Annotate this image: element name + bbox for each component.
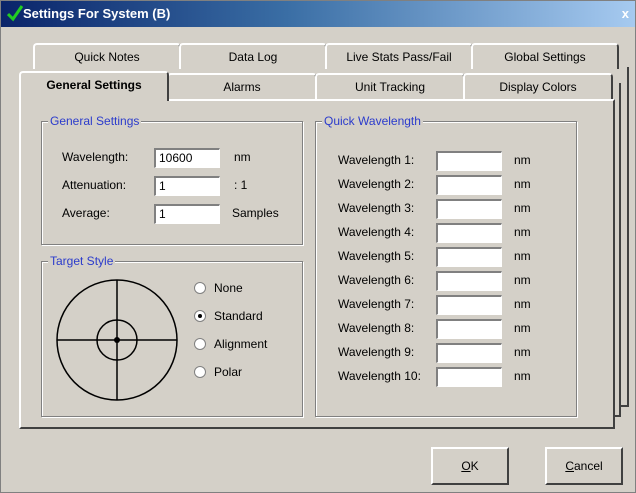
cancel-button[interactable]: Cancel (545, 447, 623, 485)
attenuation-input[interactable]: 1 (154, 176, 220, 196)
option-label: Standard (214, 309, 263, 323)
quick-wavelength-label: Wavelength 9: (338, 345, 415, 359)
wavelength-input[interactable]: 10600 (154, 148, 220, 168)
wavelength-label: Wavelength: (62, 150, 129, 164)
quick-wavelength-row: Wavelength 6: nm (316, 270, 576, 292)
tab-label: Data Log (228, 50, 278, 64)
quick-wavelength-row: Wavelength 8: nm (316, 318, 576, 340)
target-style-option-polar[interactable]: Polar (194, 364, 284, 380)
quick-wavelength-label: Wavelength 4: (338, 225, 415, 239)
quick-wavelength-row: Wavelength 2: nm (316, 174, 576, 196)
quick-wavelength-label: Wavelength 3: (338, 201, 415, 215)
window-title: Settings For System (B) (23, 6, 171, 21)
target-style-group: Target Style None Standard Alignment Pol… (41, 254, 303, 417)
cancel-label-rest: ancel (573, 459, 603, 473)
ok-mnemonic: O (461, 459, 471, 473)
quick-wavelength-unit: nm (514, 225, 531, 239)
tab-label: General Settings (46, 78, 142, 92)
title-bar[interactable]: Settings For System (B) x (1, 1, 635, 27)
option-label: Polar (214, 365, 243, 379)
quick-wavelength-label: Wavelength 6: (338, 273, 415, 287)
radio-button[interactable] (194, 366, 206, 378)
quick-wavelength-row: Wavelength 3: nm (316, 198, 576, 220)
average-input[interactable]: 1 (154, 204, 220, 224)
tab-general-settings[interactable]: General Settings (19, 71, 169, 101)
radio-button[interactable] (194, 282, 206, 294)
ok-button[interactable]: OK (431, 447, 509, 485)
tab-quick-notes[interactable]: Quick Notes (33, 43, 181, 69)
quick-wavelength-input[interactable] (436, 175, 502, 195)
tab-display-colors[interactable]: Display Colors (463, 73, 613, 99)
quick-wavelength-unit: nm (514, 249, 531, 263)
tab-data-log[interactable]: Data Log (179, 43, 327, 69)
option-label: Alignment (214, 337, 268, 351)
tab-label: Display Colors (499, 80, 577, 94)
quick-wavelength-input[interactable] (436, 223, 502, 243)
quick-wavelength-label: Wavelength 5: (338, 249, 415, 263)
group-title: Quick Wavelength (322, 114, 423, 128)
crosshair-target-icon (56, 279, 178, 401)
quick-wavelength-label: Wavelength 7: (338, 297, 415, 311)
quick-wavelength-row: Wavelength 4: nm (316, 222, 576, 244)
tab-label: Alarms (223, 80, 261, 94)
quick-wavelength-unit: nm (514, 297, 531, 311)
quick-wavelength-label: Wavelength 1: (338, 153, 415, 167)
general-settings-group: General Settings Wavelength: 10600 nm At… (41, 114, 303, 245)
quick-wavelength-unit: nm (514, 321, 531, 335)
average-label: Average: (62, 206, 110, 220)
tab-global-settings[interactable]: Global Settings (471, 43, 619, 69)
quick-wavelength-unit: nm (514, 369, 531, 383)
quick-wavelength-input[interactable] (436, 319, 502, 339)
settings-dialog: Settings For System (B) x Quick Notes Da… (0, 0, 636, 493)
quick-wavelength-input[interactable] (436, 247, 502, 267)
ok-label-rest: K (470, 459, 479, 473)
tab-label: Quick Notes (74, 50, 140, 64)
radio-button[interactable] (194, 310, 206, 322)
average-unit: Samples (232, 206, 279, 220)
quick-wavelength-input[interactable] (436, 199, 502, 219)
cancel-mnemonic: C (565, 459, 574, 473)
tab-label: Unit Tracking (354, 80, 426, 94)
close-icon[interactable]: x (622, 6, 629, 21)
quick-wavelength-label: Wavelength 8: (338, 321, 415, 335)
quick-wavelength-input[interactable] (436, 343, 502, 363)
tab-alarms[interactable]: Alarms (167, 73, 317, 99)
quick-wavelength-unit: nm (514, 273, 531, 287)
attenuation-unit: : 1 (234, 178, 248, 192)
quick-wavelength-group: Quick Wavelength Wavelength 1: nm Waveleng… (315, 114, 577, 417)
quick-wavelength-label: Wavelength 2: (338, 177, 415, 191)
quick-wavelength-row: Wavelength 5: nm (316, 246, 576, 268)
check-icon (7, 5, 23, 22)
wavelength-unit: nm (234, 150, 251, 164)
tab-label: Global Settings (504, 50, 586, 64)
quick-wavelength-unit: nm (514, 153, 531, 167)
option-label: None (214, 281, 243, 295)
quick-wavelength-row: Wavelength 1: nm (316, 150, 576, 172)
attenuation-label: Attenuation: (62, 178, 127, 192)
quick-wavelength-input[interactable] (436, 295, 502, 315)
quick-wavelength-unit: nm (514, 177, 531, 191)
tab-label: Live Stats Pass/Fail (346, 50, 452, 64)
quick-wavelength-input[interactable] (436, 367, 502, 387)
quick-wavelength-label: Wavelength 10: (338, 369, 421, 383)
quick-wavelength-row: Wavelength 7: nm (316, 294, 576, 316)
tab-unit-tracking[interactable]: Unit Tracking (315, 73, 465, 99)
tab-live-stats-pass-fail[interactable]: Live Stats Pass/Fail (325, 43, 473, 69)
target-style-option-standard[interactable]: Standard (194, 308, 284, 324)
quick-wavelength-row: Wavelength 9: nm (316, 342, 576, 364)
target-style-option-none[interactable]: None (194, 280, 284, 296)
quick-wavelength-unit: nm (514, 345, 531, 359)
quick-wavelength-row: Wavelength 10: nm (316, 366, 576, 388)
group-title: Target Style (48, 254, 116, 268)
quick-wavelength-input[interactable] (436, 271, 502, 291)
quick-wavelength-input[interactable] (436, 151, 502, 171)
radio-button[interactable] (194, 338, 206, 350)
quick-wavelength-unit: nm (514, 201, 531, 215)
target-style-option-alignment[interactable]: Alignment (194, 336, 284, 352)
group-title: General Settings (48, 114, 142, 128)
